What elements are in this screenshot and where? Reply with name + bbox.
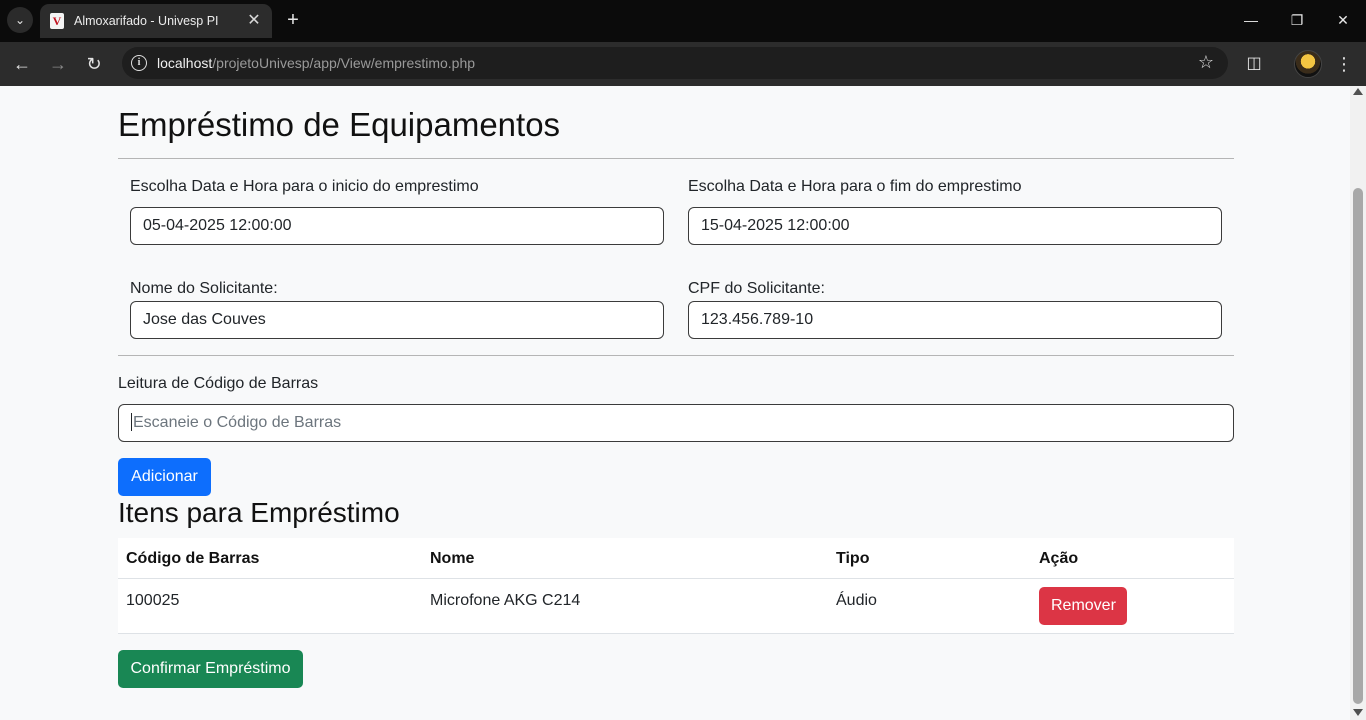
scrollbar-thumb[interactable]: [1353, 188, 1363, 704]
barcode-input[interactable]: Escaneie o Código de Barras: [118, 404, 1234, 442]
confirm-loan-button[interactable]: Confirmar Empréstimo: [118, 650, 303, 688]
browser-toolbar: ← → ↻ i localhost/projetoUnivesp/app/Vie…: [0, 42, 1366, 86]
requester-name-label: Nome do Solicitante:: [130, 280, 278, 297]
table-header-row: Código de Barras Nome Tipo Ação: [118, 538, 1234, 579]
item-type: Áudio: [836, 592, 877, 609]
divider: [118, 158, 1234, 159]
extensions-puzzle-icon[interactable]: ◫: [1242, 52, 1266, 76]
site-info-icon[interactable]: i: [131, 55, 147, 71]
column-header-action: Ação: [1039, 550, 1079, 567]
back-arrow-icon[interactable]: ←: [10, 52, 34, 76]
end-datetime-label: Escolha Data e Hora para o fim do empres…: [688, 178, 1022, 195]
browser-tab-bar: ⌄ V Almoxarifado - Univesp PI ✕ + — ❐ ✕: [0, 0, 1366, 42]
profile-avatar[interactable]: [1294, 50, 1322, 78]
requester-name-input[interactable]: Jose das Couves: [130, 301, 664, 339]
browser-tab[interactable]: V Almoxarifado - Univesp PI ✕: [40, 4, 272, 38]
url-path: /projetoUnivesp/app/View/emprestimo.php: [212, 55, 476, 71]
scroll-down-arrow-icon[interactable]: [1353, 709, 1363, 716]
bookmark-star-icon[interactable]: ☆: [1198, 52, 1214, 73]
column-header-barcode: Código de Barras: [126, 550, 260, 567]
url-text[interactable]: localhost/projetoUnivesp/app/View/empres…: [157, 55, 475, 71]
items-table: Código de Barras Nome Tipo Ação 100025 M…: [118, 538, 1234, 634]
remove-item-button[interactable]: Remover: [1039, 587, 1127, 625]
column-header-name: Nome: [430, 550, 475, 567]
address-bar[interactable]: i localhost/projetoUnivesp/app/View/empr…: [122, 47, 1228, 79]
close-tab-icon[interactable]: ✕: [246, 13, 262, 29]
end-datetime-input[interactable]: 15-04-2025 12:00:00: [688, 207, 1222, 245]
barcode-placeholder: Escaneie o Código de Barras: [133, 414, 342, 431]
tab-title: Almoxarifado - Univesp PI: [74, 14, 219, 28]
text-caret: [131, 412, 132, 431]
requester-cpf-label: CPF do Solicitante:: [688, 280, 825, 297]
page-title: Empréstimo de Equipamentos: [118, 106, 561, 143]
forward-arrow-icon[interactable]: →: [46, 52, 70, 76]
item-name: Microfone AKG C214: [430, 592, 581, 609]
page-content: Empréstimo de Equipamentos Escolha Data …: [0, 86, 1350, 720]
minimize-icon[interactable]: —: [1228, 0, 1274, 40]
reload-icon[interactable]: ↻: [82, 52, 106, 76]
close-window-icon[interactable]: ✕: [1320, 0, 1366, 40]
url-host: localhost: [157, 55, 213, 71]
restore-icon[interactable]: ❐: [1274, 0, 1320, 40]
browser-menu-kebab-icon[interactable]: ⋮: [1334, 52, 1354, 76]
page-scrollbar[interactable]: [1350, 86, 1366, 720]
items-section-title: Itens para Empréstimo: [118, 497, 400, 528]
start-datetime-label: Escolha Data e Hora para o inicio do emp…: [130, 178, 479, 195]
tab-search-chevron-icon[interactable]: ⌄: [7, 7, 33, 33]
barcode-label: Leitura de Código de Barras: [118, 375, 319, 392]
requester-cpf-input[interactable]: 123.456.789-10: [688, 301, 1222, 339]
scroll-up-arrow-icon[interactable]: [1353, 88, 1363, 95]
table-row: 100025 Microfone AKG C214 Áudio Remover: [118, 579, 1234, 634]
divider: [118, 355, 1234, 356]
new-tab-plus-icon[interactable]: +: [282, 9, 304, 31]
item-barcode: 100025: [126, 592, 180, 609]
add-button[interactable]: Adicionar: [118, 458, 211, 496]
column-header-type: Tipo: [836, 550, 870, 567]
favicon-icon: V: [50, 13, 64, 29]
start-datetime-input[interactable]: 05-04-2025 12:00:00: [130, 207, 664, 245]
